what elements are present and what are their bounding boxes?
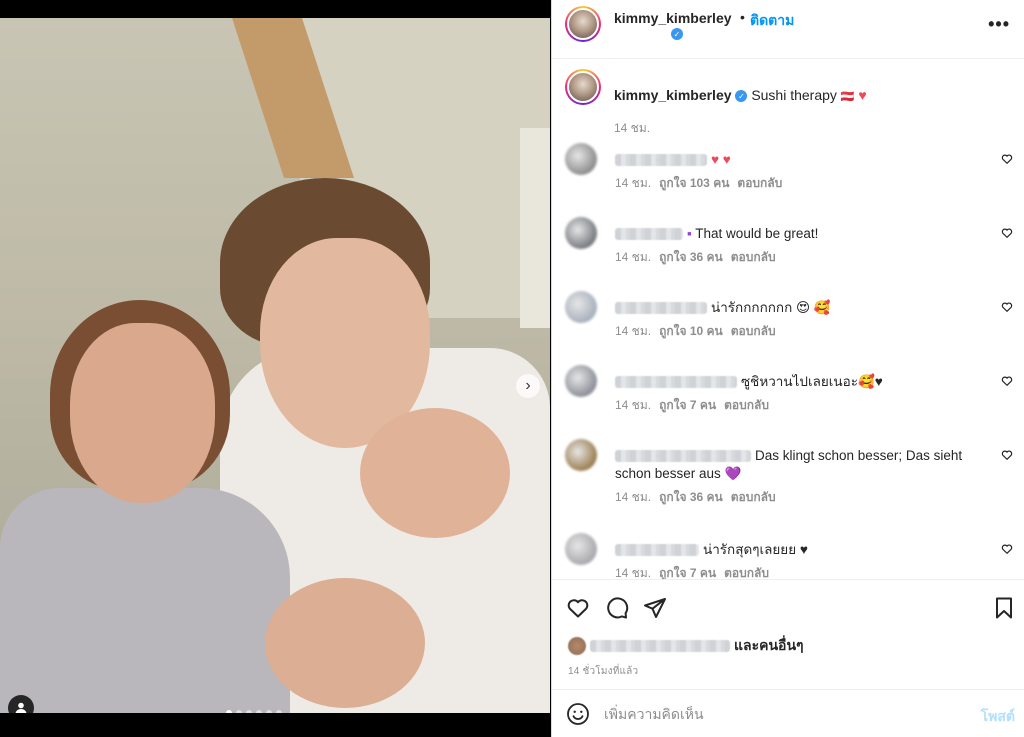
caption-verified-icon: ✓ xyxy=(735,90,748,103)
carousel-dot xyxy=(236,710,242,713)
comment-likes[interactable]: ถูกใจ 103 คน xyxy=(659,176,729,190)
photo-shelf xyxy=(520,128,550,328)
comment-like-heart-icon[interactable] xyxy=(1001,449,1013,464)
comment-emoji: ♥ ♥ xyxy=(711,152,731,167)
photo-woman-hand xyxy=(265,578,425,708)
comment-likes[interactable]: ถูกใจ 7 คน xyxy=(659,566,716,579)
blurred-commenter-name[interactable] xyxy=(615,450,751,463)
comment-likes[interactable]: ถูกใจ 10 คน xyxy=(659,324,723,338)
comment-like-heart-icon[interactable] xyxy=(1001,301,1013,316)
follow-button[interactable]: ติดตาม xyxy=(750,10,794,32)
comment-like-heart-icon[interactable] xyxy=(1001,227,1013,242)
commenter-avatar[interactable] xyxy=(565,365,597,397)
comment-time[interactable]: 14 ชม. xyxy=(615,250,651,264)
comment-time[interactable]: 14 ชม. xyxy=(615,176,651,190)
comment-reply-button[interactable]: ตอบกลับ xyxy=(731,250,776,264)
commenter-avatar[interactable] xyxy=(565,533,597,565)
comment-reply-button[interactable]: ตอบกลับ xyxy=(737,176,782,190)
carousel-dot xyxy=(256,710,262,713)
comment-like-heart-icon[interactable] xyxy=(1001,543,1013,558)
comment-text: น่ารักกกกกกก 😍 🥰 xyxy=(615,299,995,317)
blurred-liker-name xyxy=(590,640,730,653)
comment-meta: 14 ชม. ถูกใจ 10 คน ตอบกลับ xyxy=(615,322,776,341)
blurred-commenter-name[interactable] xyxy=(615,302,707,315)
liker-avatar xyxy=(568,637,586,656)
comment-likes[interactable]: ถูกใจ 36 คน xyxy=(659,490,723,504)
comment-text: ▪ That would be great! xyxy=(615,225,995,243)
caption-body: Sushi therapy xyxy=(751,87,841,103)
blurred-commenter-name[interactable] xyxy=(615,228,683,241)
post-time-ago[interactable]: 14 ชั่วโมงที่แล้ว xyxy=(568,664,638,679)
post-comment-button[interactable]: โพสต์ xyxy=(981,706,1015,728)
comment-reply-button[interactable]: ตอบกลับ xyxy=(731,490,776,504)
caption-avatar[interactable] xyxy=(565,69,601,105)
carousel-dot xyxy=(276,710,282,713)
comment-meta: 14 ชม. ถูกใจ 103 คน ตอบกลับ xyxy=(615,174,782,193)
share-paper-plane-icon[interactable] xyxy=(643,596,667,620)
comment-text: ซูชิหวานไปเลยเนอะ🥰♥ xyxy=(615,373,995,391)
comment-input[interactable] xyxy=(604,702,944,726)
caption-time: 14 ชม. xyxy=(614,121,651,135)
commenter-avatar[interactable] xyxy=(565,439,597,471)
photo-woman-face xyxy=(70,323,215,503)
photo-woman-body xyxy=(0,488,290,713)
carousel-dot xyxy=(266,710,272,713)
commenter-avatar[interactable] xyxy=(565,217,597,249)
commenter-avatar[interactable] xyxy=(565,291,597,323)
comment-meta: 14 ชม. ถูกใจ 7 คน ตอบกลับ xyxy=(615,396,769,415)
caption-text: kimmy_kimberley ✓ Sushi therapy 🇦🇹 ♥ xyxy=(614,87,1004,103)
header-separator: • xyxy=(740,9,745,25)
post-photo[interactable]: › xyxy=(0,18,550,713)
comment-likes[interactable]: ถูกใจ 36 คน xyxy=(659,250,723,264)
comment-body: น่ารักสุดๆเลยยย ♥ xyxy=(703,542,808,557)
header-avatar[interactable] xyxy=(565,6,601,42)
comment-text: น่ารักสุดๆเลยยย ♥ xyxy=(615,541,995,559)
blurred-commenter-name[interactable] xyxy=(615,544,699,557)
photo-man-hand xyxy=(360,408,510,538)
carousel-next-button[interactable]: › xyxy=(516,374,540,398)
commenter-avatar[interactable] xyxy=(565,143,597,175)
header-username[interactable]: kimmy_kimberley xyxy=(614,10,732,26)
comments-list[interactable]: kimmy_kimberley ✓ Sushi therapy 🇦🇹 ♥ 14 … xyxy=(552,59,1024,579)
caption-username[interactable]: kimmy_kimberley xyxy=(614,87,732,103)
post-header: kimmy_kimberley ✓ • ติดตาม ••• xyxy=(552,0,1024,59)
comment-reply-button[interactable]: ตอบกลับ xyxy=(731,324,776,338)
comment-like-heart-icon[interactable] xyxy=(1001,153,1013,168)
comment-meta: 14 ชม. ถูกใจ 36 คน ตอบกลับ xyxy=(615,248,776,267)
more-options-icon[interactable]: ••• xyxy=(988,14,1010,35)
likes-summary[interactable]: และคนอื่นๆ xyxy=(568,635,804,657)
comment-reply-button[interactable]: ตอบกลับ xyxy=(724,566,769,579)
comment-likes[interactable]: ถูกใจ 7 คน xyxy=(659,398,716,412)
and-others-label[interactable]: และคนอื่นๆ xyxy=(734,637,804,653)
comment-body: ซูชิหวานไปเลยเนอะ🥰♥ xyxy=(741,374,883,389)
post-sidebar: kimmy_kimberley ✓ • ติดตาม ••• kimmy_kim… xyxy=(551,0,1024,737)
comment-reply-button[interactable]: ตอบกลับ xyxy=(724,398,769,412)
comment-meta: 14 ชม. ถูกใจ 7 คน ตอบกลับ xyxy=(615,564,769,579)
comment-time[interactable]: 14 ชม. xyxy=(615,398,651,412)
comment-body: That would be great! xyxy=(695,226,819,241)
instagram-post-window: › kimmy_kimberley ✓ • ติดตาม ••• kimmy_k… xyxy=(0,0,1024,737)
verified-badge-icon: ✓ xyxy=(671,28,683,40)
post-actions: และคนอื่นๆ 14 ชั่วโมงที่แล้ว xyxy=(552,579,1024,689)
caption-heart-emoji: ♥ xyxy=(858,87,867,103)
comment-time[interactable]: 14 ชม. xyxy=(615,324,651,338)
save-bookmark-icon[interactable] xyxy=(992,596,1016,620)
comment-composer: โพสต์ xyxy=(552,689,1024,737)
comment-like-heart-icon[interactable] xyxy=(1001,375,1013,390)
comment-text: ♥ ♥ xyxy=(615,151,995,169)
like-heart-icon[interactable] xyxy=(566,596,590,620)
carousel-dot xyxy=(226,710,232,713)
emoji-smiley-icon[interactable] xyxy=(566,702,590,726)
blurred-commenter-name[interactable] xyxy=(615,376,737,389)
comment-bubble-icon[interactable] xyxy=(605,596,629,620)
comment-text: Das klingt schon besser; Das sieht schon… xyxy=(615,447,995,483)
comment-time[interactable]: 14 ชม. xyxy=(615,566,651,579)
comment-time[interactable]: 14 ชม. xyxy=(615,490,651,504)
carousel-dots xyxy=(226,710,282,713)
blurred-commenter-name[interactable] xyxy=(615,154,707,167)
comment-meta: 14 ชม. ถูกใจ 36 คน ตอบกลับ xyxy=(615,488,776,507)
carousel-dot xyxy=(246,710,252,713)
comment-body: น่ารักกกกกกก 😍 🥰 xyxy=(711,300,831,315)
caption-flag-emoji: 🇦🇹 xyxy=(840,91,855,103)
